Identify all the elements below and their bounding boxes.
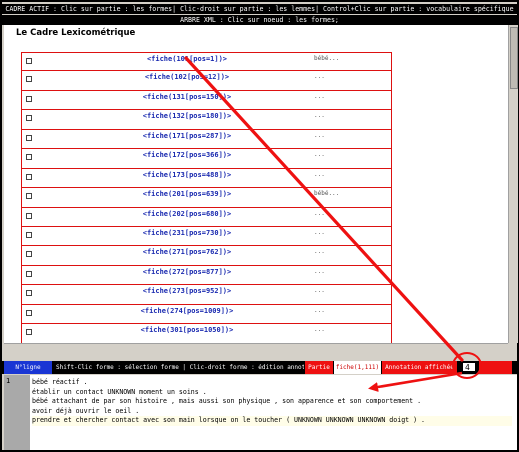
fiche-preview: ... bbox=[314, 228, 325, 236]
line-number: 1 bbox=[6, 377, 11, 385]
status-help-text: Shift-Clic forme : sélection forme | Cli… bbox=[56, 361, 304, 374]
fiche-label[interactable]: <fiche(231[pos=730])> bbox=[22, 229, 352, 237]
fiche-label[interactable]: <fiche(271[pos=762])> bbox=[22, 248, 352, 256]
fiche-label[interactable]: <fiche(201[pos=639])> bbox=[22, 190, 352, 198]
fiche-label[interactable]: <fiche(173[pos=488])> bbox=[22, 171, 352, 179]
fiche-row[interactable]: <fiche(231[pos=730])>... bbox=[21, 226, 392, 247]
fiche-row[interactable]: <fiche(273[pos=952])>... bbox=[21, 285, 392, 305]
fiche-preview: ... bbox=[314, 73, 325, 81]
fiche-row[interactable]: <fiche(201[pos=639])> bébé... bbox=[21, 188, 392, 208]
line-number-label: N°ligne bbox=[4, 361, 52, 374]
fiche-preview: ... bbox=[314, 170, 325, 178]
fiche-row[interactable]: <fiche(101[pos=1])> bébé... bbox=[21, 52, 392, 72]
text-line: établir un contact UNKNOWN moment un soi… bbox=[32, 387, 207, 396]
fiche-row[interactable]: <fiche(271[pos=762])>... bbox=[21, 246, 392, 266]
fiche-row[interactable]: <fiche(301[pos=1050])>... bbox=[21, 324, 392, 343]
fiche-row[interactable]: <fiche(171[pos=287])>... bbox=[21, 129, 392, 150]
fiche-preview: bébé... bbox=[314, 190, 340, 198]
fiche-label[interactable]: <fiche(202[pos=680])> bbox=[22, 210, 352, 218]
vertical-scrollbar[interactable] bbox=[508, 25, 518, 343]
fiche-preview: bébé... bbox=[314, 55, 340, 62]
current-fiche: fiche(1,111) bbox=[334, 361, 381, 374]
text-line: bébé réactif . bbox=[32, 378, 88, 386]
fiche-row[interactable]: <fiche(172[pos=366])>... bbox=[21, 149, 392, 169]
app-window: CADRE ACTIF : Clic sur partie : les form… bbox=[2, 2, 518, 450]
fiche-label[interactable]: <fiche(274[pos=1009])> bbox=[22, 307, 352, 315]
line-gutter: 1 bbox=[4, 375, 30, 450]
partie-label: Partie bbox=[305, 361, 333, 374]
status-bar: N°ligne Shift-Clic forme : sélection for… bbox=[2, 361, 517, 374]
fiche-label[interactable]: <fiche(131[pos=150])> bbox=[22, 93, 352, 101]
fiche-row[interactable]: <fiche(132[pos=180])>... bbox=[21, 110, 392, 130]
fiche-preview: ... bbox=[314, 209, 325, 217]
fiche-label[interactable]: <fiche(172[pos=366])> bbox=[22, 151, 352, 159]
annotation-input[interactable]: 4 bbox=[462, 362, 476, 372]
fiche-preview: ... bbox=[314, 306, 325, 314]
fiche-row[interactable]: <fiche(272[pos=877])>... bbox=[21, 265, 392, 286]
text-lines: bébé réactif . établir un contact UNKNOWN… bbox=[32, 378, 512, 426]
fiche-label[interactable]: <fiche(273[pos=952])> bbox=[22, 287, 352, 295]
horizontal-scrollbar[interactable] bbox=[4, 343, 508, 351]
fiche-label[interactable]: <fiche(132[pos=180])> bbox=[22, 112, 352, 120]
fiche-label[interactable]: <fiche(101[pos=1])> bbox=[22, 55, 352, 63]
text-view[interactable]: 1 bébé réactif . établir un contact UNKNO… bbox=[4, 375, 517, 450]
fiche-preview: ... bbox=[314, 267, 325, 275]
fiche-row[interactable]: <fiche(102[pos=12])>... bbox=[21, 71, 392, 91]
lexicometric-frame-panel: Le Cadre Lexicométrique <fiche(101[pos=1… bbox=[4, 25, 508, 343]
header-active-frame-help: CADRE ACTIF : Clic sur partie : les form… bbox=[2, 4, 517, 14]
status-spacer bbox=[479, 361, 512, 374]
fiche-preview: ... bbox=[314, 326, 325, 334]
fiche-row[interactable]: <fiche(274[pos=1009])>... bbox=[21, 304, 392, 325]
fiche-preview: ... bbox=[314, 248, 325, 256]
fiche-preview: ... bbox=[314, 112, 325, 120]
text-line: prendre et chercher contact avec son mai… bbox=[32, 416, 512, 426]
fiche-row[interactable]: <fiche(202[pos=680])>... bbox=[21, 207, 392, 227]
fiche-preview: ... bbox=[314, 151, 325, 159]
fiche-preview: ... bbox=[314, 131, 325, 139]
fiche-label[interactable]: <fiche(171[pos=287])> bbox=[22, 132, 352, 140]
fiche-label[interactable]: <fiche(301[pos=1050])> bbox=[22, 326, 352, 334]
fiche-row[interactable]: <fiche(173[pos=488])>... bbox=[21, 168, 392, 189]
fiche-label[interactable]: <fiche(102[pos=12])> bbox=[22, 73, 352, 81]
fiche-label[interactable]: <fiche(272[pos=877])> bbox=[22, 268, 352, 276]
fiche-list: <fiche(101[pos=1])> bébé... <fiche(102[pos… bbox=[21, 52, 392, 343]
fiche-row[interactable]: <fiche(131[pos=150])>... bbox=[21, 90, 392, 111]
scrollbar-thumb[interactable] bbox=[510, 27, 518, 89]
text-line: bébé attachant de par son histoire , mai… bbox=[32, 397, 422, 406]
panel-title: Le Cadre Lexicométrique bbox=[16, 28, 136, 38]
text-line: avoir déjà ouvrir le oeil . bbox=[32, 406, 140, 415]
header-xml-tree-help: ARBRE XML : Clic sur noeud : les formes; bbox=[2, 15, 517, 25]
fiche-preview: ... bbox=[314, 92, 325, 100]
fiche-preview: ... bbox=[314, 287, 325, 295]
annotation-label: Annotation affichée bbox=[382, 361, 457, 374]
